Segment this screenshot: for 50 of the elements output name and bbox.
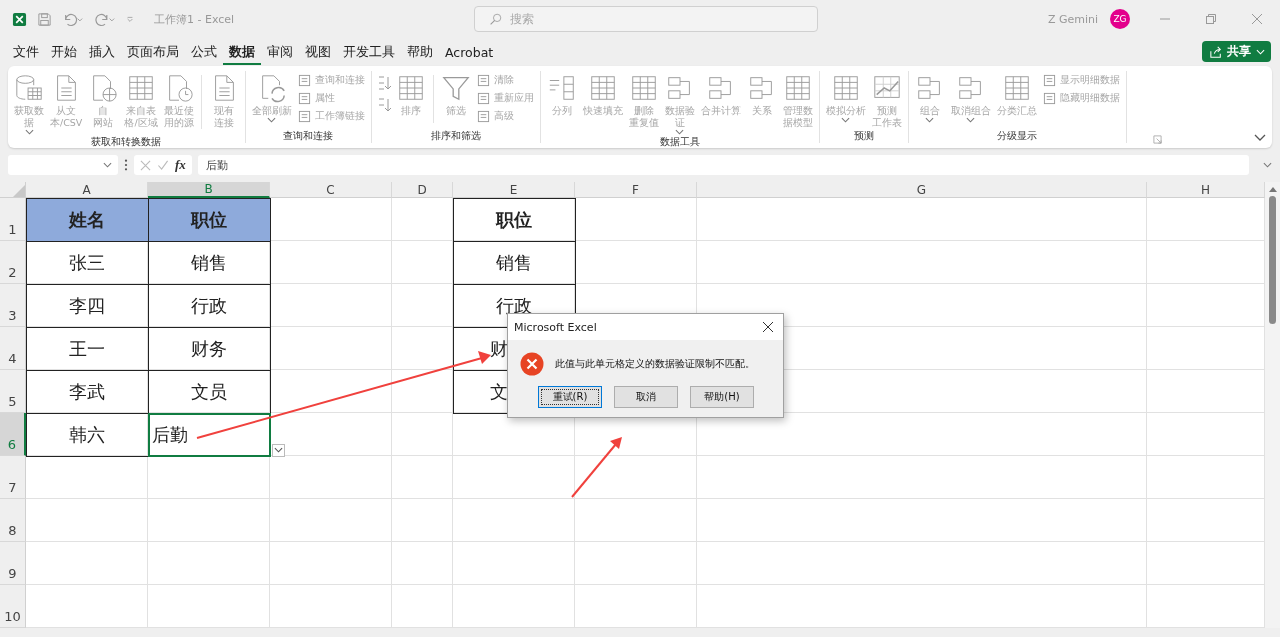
column-header[interactable]: D [392, 182, 453, 198]
column-header[interactable]: A [26, 182, 148, 198]
row-header[interactable]: 9 [0, 542, 26, 585]
menu-tab[interactable]: 插入 [83, 39, 121, 65]
user-name: Z Gemini [1047, 12, 1098, 26]
row-header[interactable]: 6 [0, 413, 26, 456]
dialog-button[interactable]: 帮助(H) [690, 386, 754, 408]
row-header[interactable]: 8 [0, 499, 26, 542]
table-cell[interactable]: 韩六 [25, 412, 149, 457]
menu-tab[interactable]: 开发工具 [337, 39, 401, 65]
menu-tab[interactable]: 开始 [45, 39, 83, 65]
row-header[interactable]: 5 [0, 370, 26, 413]
row-header[interactable]: 10 [0, 585, 26, 628]
menu-tab[interactable]: 页面布局 [121, 39, 185, 65]
table-cell[interactable]: 销售 [452, 240, 576, 285]
menu-tab[interactable]: 数据 [223, 39, 261, 65]
table-cell[interactable]: 职位 [147, 197, 271, 242]
ribbon-group-label: 分级显示 [996, 129, 1039, 143]
ribbon-group-label: 获取和转换数据 [90, 135, 163, 149]
dialog-button[interactable]: 取消 [614, 386, 678, 408]
table-cell[interactable]: 姓名 [25, 197, 149, 242]
menu-tab[interactable]: 审阅 [261, 39, 299, 65]
row-header[interactable]: 7 [0, 456, 26, 499]
user-avatar[interactable]: ZG [1110, 9, 1130, 29]
dialog-message: 此值与此单元格定义的数据验证限制不匹配。 [555, 357, 755, 371]
column-header[interactable]: C [270, 182, 392, 198]
row-header[interactable]: 2 [0, 241, 26, 284]
row-header[interactable]: 1 [0, 198, 26, 241]
ribbon-group-label: 预测 [852, 129, 875, 143]
menu-tab[interactable]: Acrobat [439, 40, 500, 64]
share-button[interactable]: 共享 [1202, 41, 1271, 62]
column-header[interactable]: F [575, 182, 697, 198]
dialog-button[interactable]: 重试(R) [538, 386, 602, 408]
menu-tab[interactable]: 帮助 [401, 39, 439, 65]
row-header[interactable]: 3 [0, 284, 26, 327]
window-title: 工作簿1 - Excel [154, 11, 235, 27]
ribbon-group-label: 数据工具 [658, 135, 701, 149]
column-header[interactable]: E [453, 182, 575, 198]
insert-function-button[interactable]: fx [175, 157, 186, 173]
column-header[interactable]: B [148, 182, 270, 198]
menu-tab[interactable]: 文件 [7, 39, 45, 65]
column-header[interactable]: H [1147, 182, 1265, 198]
formula-field[interactable]: 后勤 [197, 155, 1249, 175]
ribbon-group-label: 查询和连接 [282, 129, 335, 143]
column-header[interactable]: G [697, 182, 1147, 198]
menu-tab[interactable]: 公式 [185, 39, 223, 65]
table-cell[interactable]: 职位 [452, 197, 576, 242]
menu-tab[interactable]: 视图 [299, 39, 337, 65]
ribbon-group-label: 排序和筛选 [429, 129, 482, 143]
row-header[interactable]: 4 [0, 327, 26, 370]
